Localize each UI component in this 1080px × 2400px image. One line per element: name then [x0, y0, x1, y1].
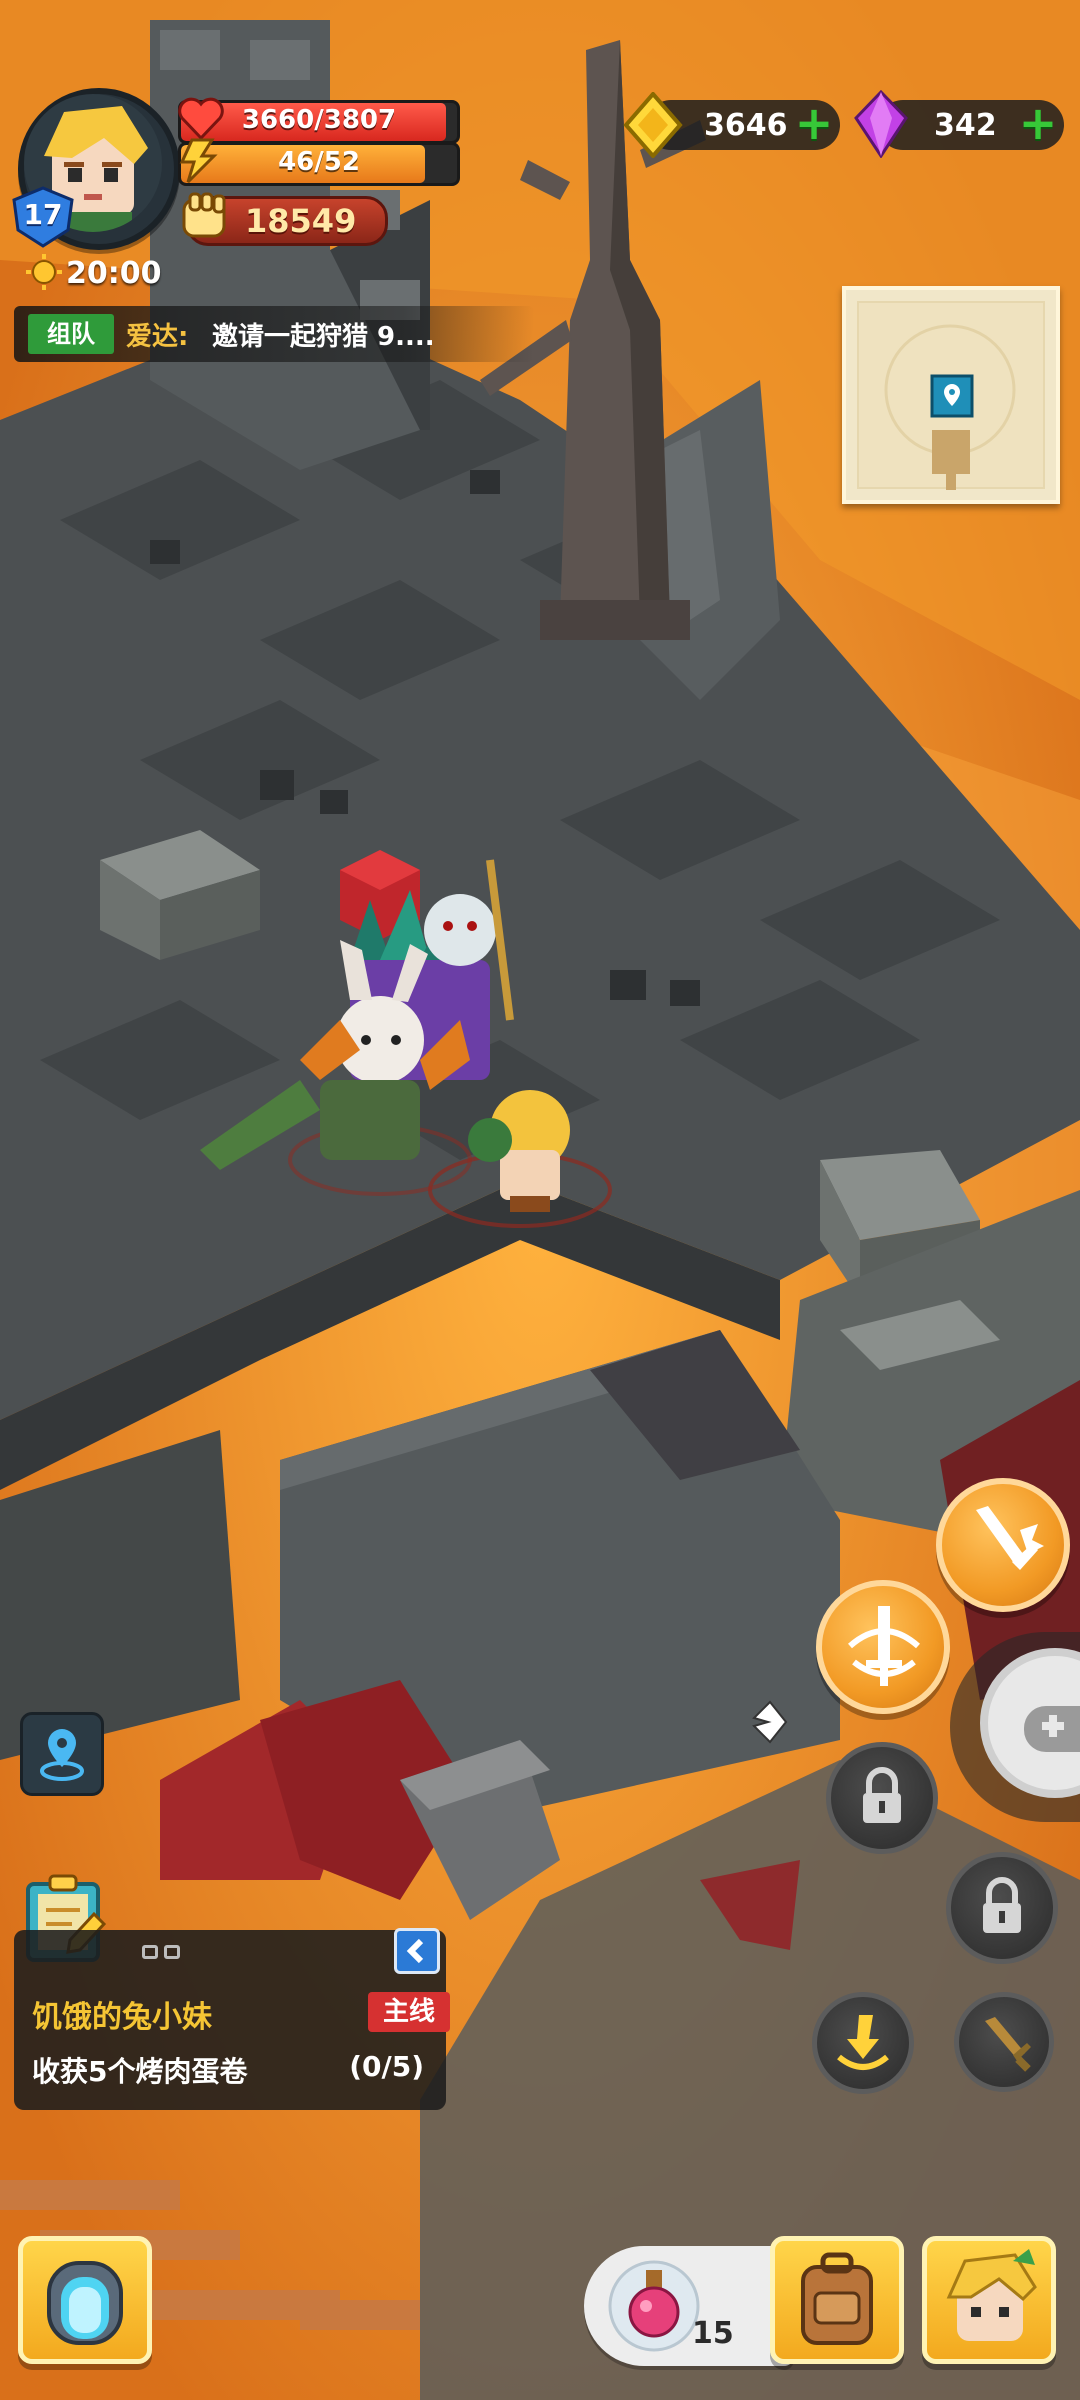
attack-button[interactable] [980, 1648, 1080, 1798]
potion-icon [608, 2260, 700, 2352]
lightning-icon [179, 138, 218, 184]
potion-quickslot[interactable]: 15 [584, 2246, 794, 2366]
locked-skill-slot-1[interactable] [826, 1742, 938, 1854]
heart-icon [178, 97, 224, 140]
collapse-quest-button[interactable] [394, 1928, 440, 1974]
chevron-left-icon [406, 1938, 424, 1964]
sword-icon [985, 2017, 1031, 2072]
quest-tracker[interactable]: 饥饿的兔小妹 主线 收获5个烤肉蛋卷 (0/5) [14, 1930, 450, 2110]
locate-button[interactable] [20, 1712, 104, 1796]
potion-count: 15 [692, 2316, 734, 2351]
quest-objective: 收获5个烤肉蛋卷 [32, 2055, 248, 2088]
add-gems-button[interactable]: + [1018, 100, 1058, 146]
chat-sender: 爱达: [126, 322, 189, 352]
quest-page-dots [142, 1944, 186, 1963]
minimap[interactable] [842, 286, 1060, 504]
expand-skills-button[interactable] [748, 1688, 788, 1758]
clock-time: 20:00 [66, 256, 162, 291]
purple-gem-icon [854, 90, 908, 158]
portal-button[interactable] [18, 2236, 152, 2364]
sword-strike-icon [976, 1506, 1044, 1570]
combat-power-value: 18549 [245, 202, 357, 240]
hero-head-icon [946, 2249, 1037, 2341]
quest-progress: (0/5) [349, 2050, 424, 2083]
chevron-right-icon [752, 1700, 788, 1744]
level-badge: 17 [10, 186, 76, 248]
skill-sword-button[interactable] [954, 1992, 1054, 2092]
team-chat-bar[interactable]: 组队 爱达: 邀请一起狩猎 9.... [14, 306, 534, 362]
main-quest-tag: 主线 [368, 1992, 450, 2032]
gold-amount: 3646 [704, 108, 788, 143]
gamepad-icon [1024, 1706, 1080, 1752]
character-button[interactable] [922, 2236, 1056, 2364]
sun-icon [26, 254, 62, 290]
quest-title: 饥饿的兔小妹 [32, 2000, 212, 2035]
dodge-roll-icon [837, 2015, 889, 2070]
fist-icon [182, 192, 226, 238]
add-gold-button[interactable]: + [794, 100, 834, 146]
skill-whirl-button[interactable] [816, 1580, 950, 1714]
chat-message: 邀请一起狩猎 9.... [212, 322, 435, 352]
gold-diamond-icon [623, 92, 683, 158]
location-pin-icon [40, 1729, 84, 1781]
lock-icon [863, 1767, 901, 1823]
skill-dodge-button[interactable] [812, 1992, 914, 2094]
game-clock: 20:00 [26, 254, 162, 294]
sword-spin-icon [848, 1606, 920, 1686]
portal-gate-icon [47, 2261, 123, 2345]
lock-icon [983, 1877, 1021, 1933]
backpack-icon [801, 2252, 873, 2345]
gem-amount: 342 [934, 108, 997, 143]
locked-skill-slot-2[interactable] [946, 1852, 1058, 1964]
energy-value: 46/52 [278, 147, 360, 177]
chat-channel-tag: 组队 [28, 314, 114, 354]
skill-slash-button[interactable] [936, 1478, 1070, 1612]
energy-bar: 46/52 [178, 142, 460, 186]
player-level: 17 [23, 198, 63, 231]
minimap-view [857, 301, 1045, 490]
backpack-button[interactable] [770, 2236, 904, 2364]
